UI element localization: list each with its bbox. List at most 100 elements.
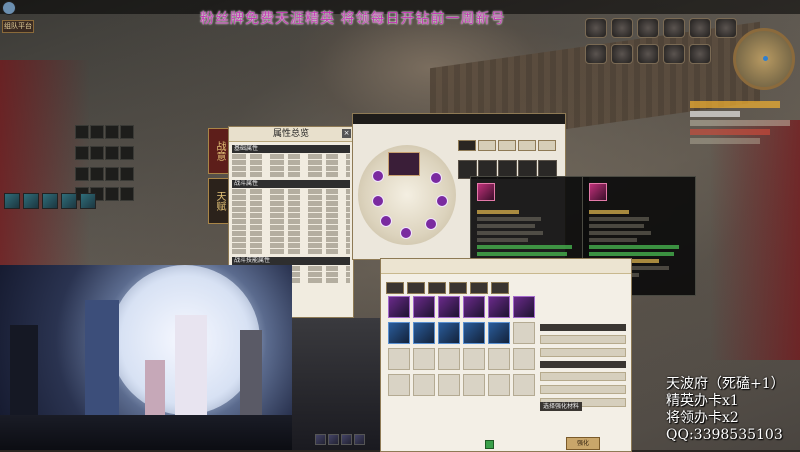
menu-icon[interactable] <box>663 18 685 38</box>
tab[interactable] <box>518 140 536 151</box>
inventory-slot[interactable] <box>388 374 410 396</box>
section-combat-skill: 战斗技能属性 <box>232 257 350 265</box>
inventory-slot[interactable] <box>488 322 510 344</box>
menu-icon[interactable] <box>585 44 607 64</box>
inventory-slot[interactable] <box>488 348 510 370</box>
auto-checkbox[interactable] <box>485 440 494 449</box>
character-figure <box>145 360 165 420</box>
inventory-slot[interactable] <box>463 296 485 318</box>
inventory-slot[interactable] <box>463 374 485 396</box>
section-basic: 基础属性 <box>232 145 350 153</box>
character-figure <box>240 330 262 415</box>
overlay-line: 精英办卡x1 <box>666 393 739 409</box>
inventory-slot[interactable] <box>438 296 460 318</box>
menu-icon[interactable] <box>611 44 633 64</box>
inventory-slot[interactable] <box>438 374 460 396</box>
item-icon <box>589 183 607 201</box>
overlay-line: QQ:3398535103 <box>666 427 783 443</box>
menu-icon[interactable] <box>689 44 711 64</box>
team-platform-button[interactable]: 组队平台 <box>2 20 34 33</box>
refine-inventory-grid <box>388 296 535 396</box>
menu-icon[interactable] <box>585 18 607 38</box>
tab[interactable] <box>491 282 509 294</box>
tab[interactable] <box>478 140 496 151</box>
tab[interactable] <box>407 282 425 294</box>
damage-vignette-right <box>710 120 800 360</box>
inventory-slot[interactable] <box>438 348 460 370</box>
wheel-center-item[interactable] <box>388 152 420 176</box>
skill-slot[interactable] <box>80 193 96 209</box>
equipment-tabs <box>458 140 556 151</box>
item-icon <box>477 183 495 201</box>
inventory-slot[interactable] <box>388 348 410 370</box>
character-figure <box>85 300 119 425</box>
cliff <box>0 415 292 450</box>
attribute-lines <box>232 154 350 177</box>
panel-title: 属性总览 <box>229 127 353 142</box>
refine-button[interactable]: 强化 <box>566 437 600 450</box>
skill-slot[interactable] <box>354 434 365 445</box>
inventory-slot[interactable] <box>463 322 485 344</box>
inventory-slot[interactable] <box>488 296 510 318</box>
wheel-node[interactable] <box>430 172 442 184</box>
tab[interactable] <box>470 282 488 294</box>
wheel-node[interactable] <box>372 170 384 182</box>
inventory-slot[interactable] <box>513 296 535 318</box>
tab[interactable] <box>428 282 446 294</box>
inventory-slot[interactable] <box>388 322 410 344</box>
overlay-line: 天波府（死磕+1） <box>666 376 785 392</box>
inventory-slot[interactable] <box>513 348 535 370</box>
tab[interactable] <box>449 282 467 294</box>
inventory-slot[interactable] <box>413 374 435 396</box>
tab[interactable] <box>458 140 476 151</box>
wheel-node[interactable] <box>372 195 384 207</box>
stream-banner: 粉丝牌免费天涯精英 将领每日开钻前一周新号 <box>200 11 506 27</box>
inventory-slot[interactable] <box>463 348 485 370</box>
inventory-slot[interactable] <box>388 296 410 318</box>
menu-icon[interactable] <box>637 44 659 64</box>
tab[interactable] <box>386 282 404 294</box>
wheel-node[interactable] <box>380 215 392 227</box>
skill-slot[interactable] <box>341 434 352 445</box>
skill-slot[interactable] <box>328 434 339 445</box>
menu-icon[interactable] <box>689 18 711 38</box>
inventory-slot[interactable] <box>513 374 535 396</box>
inventory-slot[interactable] <box>413 348 435 370</box>
inventory-slot[interactable] <box>413 296 435 318</box>
character-figure <box>175 315 207 420</box>
stream-overlay-text: 天波府（死磕+1） 精英办卡x1 将领办卡x2 QQ:3398535103 <box>666 376 785 444</box>
inventory-slot[interactable] <box>513 322 535 344</box>
menu-icon[interactable] <box>611 18 633 38</box>
close-icon[interactable]: × <box>342 129 351 138</box>
overlay-line: 将领办卡x2 <box>666 410 739 426</box>
tab[interactable] <box>538 140 556 151</box>
attribute-side-tabs: 战意 天赋 <box>208 128 230 224</box>
wheel-node[interactable] <box>400 227 412 239</box>
menu-icon[interactable] <box>637 18 659 38</box>
window-titlebar <box>353 114 565 124</box>
skill-slot[interactable] <box>23 193 39 209</box>
skill-slot[interactable] <box>315 434 326 445</box>
tab-zhanyi[interactable]: 战意 <box>208 128 230 174</box>
refine-tabs <box>386 282 509 294</box>
attribute-lines <box>232 189 350 254</box>
player-avatar[interactable] <box>2 1 16 15</box>
menu-icon[interactable] <box>663 44 685 64</box>
minimap[interactable] <box>733 28 795 90</box>
menu-icon[interactable] <box>715 18 737 38</box>
inventory-slot[interactable] <box>438 322 460 344</box>
skill-slot[interactable] <box>4 193 20 209</box>
tab[interactable] <box>498 140 516 151</box>
quest-tracker[interactable] <box>690 98 798 147</box>
tab-tianfu[interactable]: 天赋 <box>208 178 230 224</box>
action-bar-area <box>292 318 380 450</box>
wheel-node[interactable] <box>436 195 448 207</box>
wheel-node[interactable] <box>425 218 437 230</box>
skill-slot[interactable] <box>42 193 58 209</box>
skill-slot[interactable] <box>61 193 77 209</box>
inventory-slot[interactable] <box>488 374 510 396</box>
menu-icon-grid <box>585 18 737 64</box>
section-combat: 战斗属性 <box>232 180 350 188</box>
refine-info-column <box>540 320 626 411</box>
inventory-slot[interactable] <box>413 322 435 344</box>
